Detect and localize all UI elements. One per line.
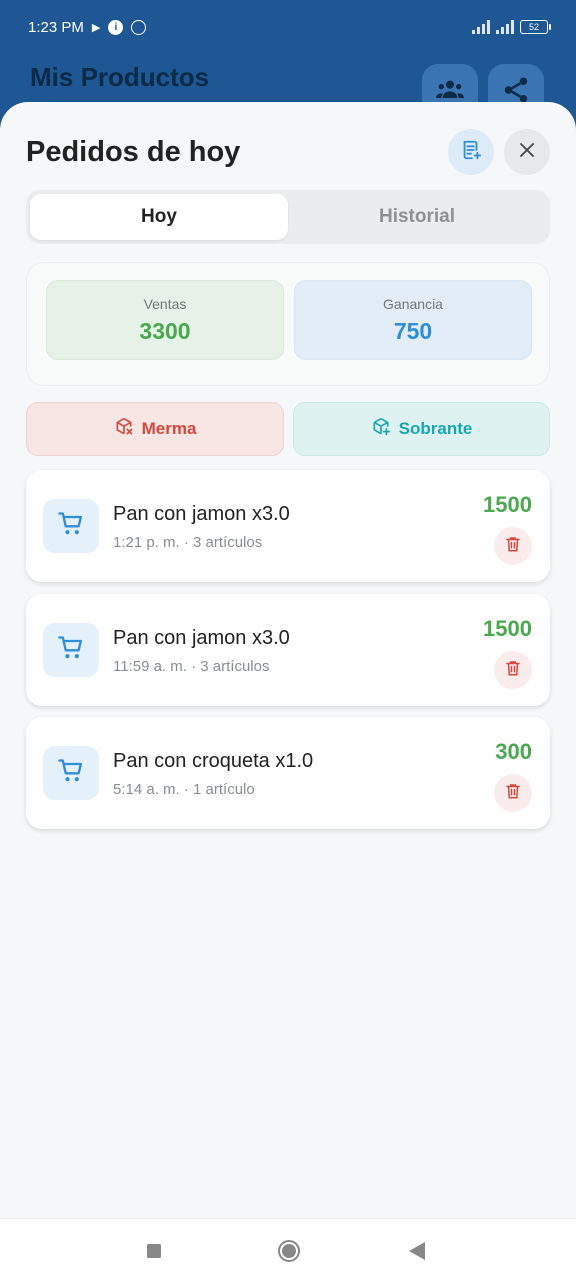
app-title: Mis Productos — [30, 62, 210, 92]
summary-card: Ventas 3300 Ganancia 750 — [26, 262, 550, 386]
order-icon-box — [43, 746, 99, 800]
order-icon-box — [43, 499, 99, 553]
delete-order-button[interactable] — [494, 527, 532, 565]
merma-label: Merma — [141, 419, 197, 438]
circle-icon — [131, 19, 147, 35]
orders-sheet: Pedidos de hoy Hoy Historial Ventas 3300… — [0, 102, 576, 1218]
add-list-icon — [460, 139, 482, 166]
status-right: 52 — [472, 20, 551, 34]
delete-order-button[interactable] — [494, 774, 532, 812]
order-name: Pan con croqueta x1.0 — [113, 750, 314, 772]
order-total: 300 — [495, 739, 532, 764]
sobrante-button[interactable]: Sobrante — [293, 402, 550, 456]
trash-icon — [504, 535, 522, 558]
trash-icon — [504, 782, 522, 805]
ganancia-value: 750 — [393, 317, 433, 344]
ganancia-stat: Ganancia 750 — [294, 280, 532, 360]
signal-icon — [472, 20, 490, 34]
status-time: 1:23 PM — [28, 18, 84, 36]
order-name: Pan con jamon x3.0 — [113, 503, 290, 525]
order-card[interactable]: Pan con croqueta x1.0 5:14 a. m. · 1 art… — [26, 717, 550, 829]
play-icon: ▶ — [91, 21, 101, 34]
battery-level: 52 — [528, 22, 539, 32]
tab-historial[interactable]: Historial — [288, 194, 546, 240]
order-total: 1500 — [483, 616, 532, 641]
order-total: 1500 — [483, 492, 532, 517]
order-icon-box — [43, 623, 99, 677]
order-meta: 11:59 a. m. · 3 artículos — [113, 658, 270, 675]
sobrante-label: Sobrante — [398, 419, 473, 438]
delete-order-button[interactable] — [494, 651, 532, 689]
ventas-label: Ventas — [143, 295, 187, 312]
home-icon[interactable] — [277, 1239, 301, 1268]
status-bar: 1:23 PM ▶ i 52 — [0, 0, 576, 54]
battery-icon: 52 — [520, 20, 551, 34]
merma-box-icon — [114, 417, 134, 442]
order-meta: 5:14 a. m. · 1 artículo — [113, 781, 255, 798]
tab-bar: Hoy Historial — [26, 190, 550, 244]
ventas-value: 3300 — [139, 317, 191, 344]
ganancia-label: Ganancia — [383, 295, 443, 312]
order-card[interactable]: Pan con jamon x3.0 1:21 p. m. · 3 artícu… — [26, 470, 550, 582]
cart-icon — [57, 510, 85, 543]
cart-icon — [57, 634, 85, 667]
back-icon[interactable] — [408, 1241, 426, 1266]
info-icon: i — [108, 19, 124, 35]
order-card[interactable]: Pan con jamon x3.0 11:59 a. m. · 3 artíc… — [26, 594, 550, 706]
add-order-button[interactable] — [448, 129, 494, 175]
trash-icon — [504, 659, 522, 682]
order-meta: 1:21 p. m. · 3 artículos — [113, 534, 263, 551]
system-nav-bar — [0, 1218, 576, 1280]
ventas-stat: Ventas 3300 — [46, 280, 284, 360]
sobrante-box-icon — [371, 417, 391, 442]
sheet-title: Pedidos de hoy — [26, 136, 241, 168]
order-name: Pan con jamon x3.0 — [113, 627, 290, 649]
close-icon — [518, 141, 536, 164]
signal-icon — [496, 20, 514, 34]
merma-button[interactable]: Merma — [26, 402, 284, 456]
status-left: 1:23 PM ▶ i — [28, 18, 147, 36]
close-button[interactable] — [504, 129, 550, 175]
tab-hoy[interactable]: Hoy — [30, 194, 288, 240]
recents-icon[interactable] — [146, 1243, 162, 1264]
cart-icon — [57, 757, 85, 790]
